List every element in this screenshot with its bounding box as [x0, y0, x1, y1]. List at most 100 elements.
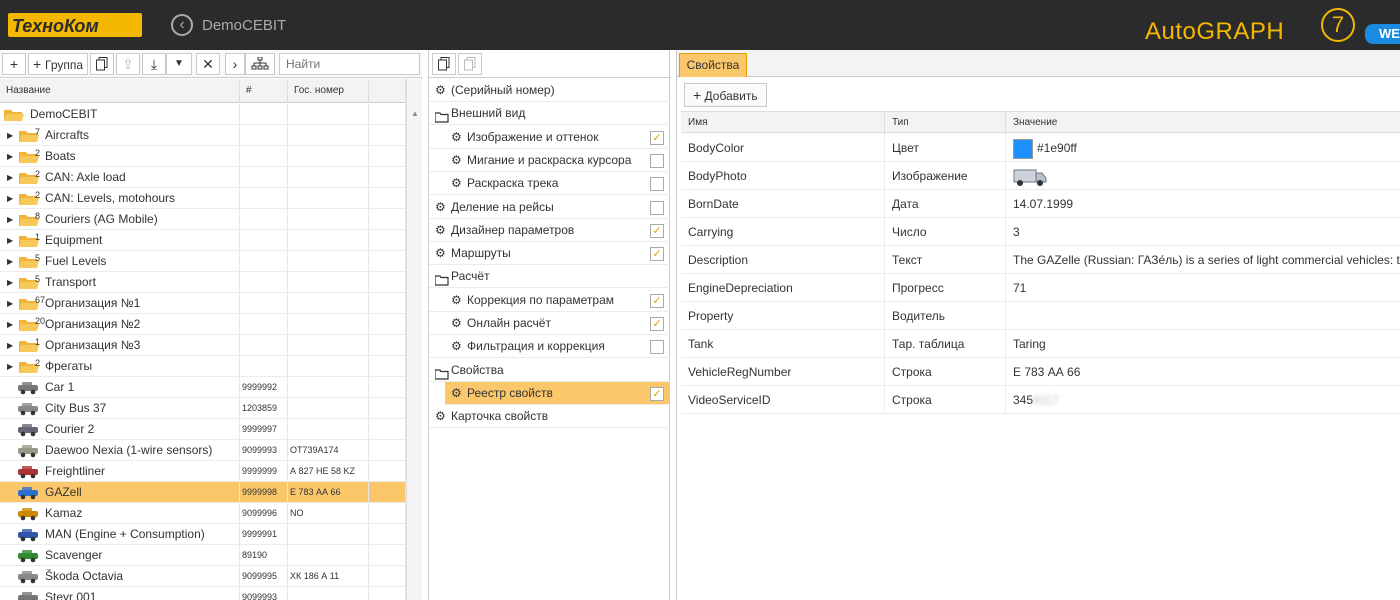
vehicle-row[interactable]: GAZell 9999998 Е 783 АА 66 [0, 482, 406, 503]
module-checkbox[interactable]: ✓ [650, 130, 664, 145]
module-item[interactable]: ⚙ (Серийный номер) [429, 79, 670, 102]
module-item[interactable]: Внешний вид [429, 102, 670, 126]
hierarchy-button[interactable] [245, 53, 275, 75]
expand-arrow-icon[interactable]: ▶ [7, 146, 13, 167]
expand-arrow-icon[interactable]: ▶ [7, 314, 13, 335]
group-row[interactable]: ▶ 5 Fuel Levels [0, 251, 406, 272]
objects-scrollbar[interactable]: ▲ [406, 79, 422, 600]
upload-button[interactable]: ⇪ [116, 53, 140, 75]
module-checkbox[interactable]: ✓ [650, 247, 664, 262]
tab-properties[interactable]: Свойства [679, 53, 747, 77]
expand-arrow-icon[interactable]: ▶ [7, 209, 13, 230]
property-value-cell[interactable]: #1e90ff [1006, 134, 1400, 162]
group-row[interactable]: ▶ 7 Aircrafts [0, 125, 406, 146]
property-value-cell[interactable] [1006, 162, 1400, 190]
group-row[interactable]: ▶ 1 Организация №3 [0, 335, 406, 356]
module-item[interactable]: ⚙ Фильтрация и коррекция [429, 335, 670, 359]
property-row[interactable]: EngineDepreciation Прогресс 71 [681, 274, 1400, 302]
module-checkbox[interactable]: ✓ [650, 386, 664, 401]
vehicle-row[interactable]: Scavenger 89190 [0, 545, 406, 566]
back-button[interactable]: ‹ [171, 14, 193, 36]
col-prop-type[interactable]: Тип [885, 112, 1006, 134]
module-checkbox[interactable] [650, 153, 664, 168]
add-group-button[interactable]: + Группа [28, 53, 88, 75]
module-item[interactable]: ⚙ Раскраска трека [429, 172, 670, 196]
group-row[interactable]: ▶ 2 CAN: Levels, motohours [0, 188, 406, 209]
property-row[interactable]: Tank Тар. таблица Taring [681, 330, 1400, 358]
vehicle-row[interactable]: Daewoo Nexia (1-wire sensors) 9099993 OT73… [0, 440, 406, 461]
module-item[interactable]: ⚙ Карточка свойств [429, 405, 670, 429]
property-value-cell[interactable] [1006, 302, 1400, 330]
add-property-button[interactable]: + Добавить [684, 83, 767, 107]
module-item[interactable]: ⚙ Дизайнер параметров ✓ [429, 219, 670, 242]
group-row[interactable]: ▶ 1 Equipment [0, 230, 406, 251]
scroll-up-icon[interactable]: ▲ [411, 109, 419, 118]
vehicle-row[interactable]: City Bus 37 1203859 [0, 398, 406, 419]
vehicle-row[interactable]: Steyr 001 9099993 [0, 587, 406, 600]
module-checkbox[interactable]: ✓ [650, 223, 664, 238]
expand-arrow-icon[interactable]: ▶ [7, 272, 13, 293]
property-value-cell[interactable]: 3 [1006, 218, 1400, 246]
paste-settings-button[interactable] [458, 53, 482, 75]
vehicle-row[interactable]: Courier 2 9999997 [0, 419, 406, 440]
module-checkbox[interactable]: ✓ [650, 317, 664, 331]
module-item[interactable]: ⚙ Коррекция по параметрам ✓ [429, 289, 670, 312]
module-item[interactable]: ⚙ Реестр свойств ✓ [445, 381, 670, 405]
group-row[interactable]: ▶ 2 Фрегаты [0, 356, 406, 377]
property-value-cell[interactable]: The GAZelle (Russian: ГАЗе́ль) is a seri… [1006, 246, 1400, 274]
expand-arrow-icon[interactable]: ▶ [7, 356, 13, 377]
module-item[interactable]: ⚙ Мигание и раскраска курсора [429, 149, 670, 172]
group-row[interactable]: ▶ 8 Couriers (AG Mobile) [0, 209, 406, 230]
copy-button[interactable] [90, 53, 114, 75]
col-prop-value[interactable]: Значение [1006, 112, 1400, 134]
add-button[interactable]: + [2, 53, 26, 75]
module-checkbox[interactable] [650, 177, 664, 192]
module-checkbox[interactable] [650, 200, 664, 215]
property-value-cell[interactable]: 71 [1006, 274, 1400, 302]
expand-arrow-icon[interactable]: ▶ [7, 251, 13, 272]
dropdown-button[interactable]: ▼ [166, 53, 192, 75]
group-row[interactable]: ▶ 5 Transport [0, 272, 406, 293]
module-item[interactable]: Расчёт [429, 265, 670, 289]
property-value-cell[interactable]: 14.07.1999 [1006, 190, 1400, 218]
property-value-cell[interactable]: Taring [1006, 330, 1400, 358]
col-prop-name[interactable]: Имя [681, 112, 885, 134]
module-item[interactable]: ⚙ Изображение и оттенок ✓ [429, 126, 670, 149]
tree-root-row[interactable]: DemoCEBIT [0, 104, 406, 125]
property-row[interactable]: Property Водитель [681, 302, 1400, 330]
group-row[interactable]: ▶ 67 Организация №1 [0, 293, 406, 314]
search-input[interactable] [279, 53, 420, 75]
property-row[interactable]: Description Текст The GAZelle (Russian: ГА… [681, 246, 1400, 274]
module-checkbox[interactable]: ✓ [650, 293, 664, 308]
expand-arrow-icon[interactable]: ▶ [7, 125, 13, 146]
group-row[interactable]: ▶ 2 CAN: Axle load [0, 167, 406, 188]
property-value-cell[interactable]: Е 783 АА 66 [1006, 358, 1400, 386]
col-number[interactable]: # [240, 79, 288, 103]
module-item[interactable]: ⚙ Маршруты ✓ [429, 242, 670, 266]
group-row[interactable]: ▶ 2 Boats [0, 146, 406, 167]
group-row[interactable]: ▶ 20 Организация №2 [0, 314, 406, 335]
property-row[interactable]: Carrying Число 3 [681, 218, 1400, 246]
vehicle-row[interactable]: Kamaz 9099996 NO [0, 503, 406, 524]
delete-button[interactable]: ✕ [196, 53, 220, 75]
copy-settings-button[interactable] [432, 53, 456, 75]
move-button[interactable]: › [225, 53, 245, 75]
import-button[interactable]: ⤓ [142, 53, 166, 75]
expand-arrow-icon[interactable]: ▶ [7, 167, 13, 188]
expand-arrow-icon[interactable]: ▶ [7, 335, 13, 356]
module-checkbox[interactable] [650, 340, 664, 355]
property-row[interactable]: VehicleRegNumber Строка Е 783 АА 66 [681, 358, 1400, 386]
vehicle-row[interactable]: Car 1 9999992 [0, 377, 406, 398]
property-row[interactable]: VideoServiceID Строка 3456117 [681, 386, 1400, 414]
module-item[interactable]: Свойства [429, 359, 670, 382]
vehicle-row[interactable]: Freightliner 9999999 А 827 НЕ 58 KZ [0, 461, 406, 482]
property-value-cell[interactable]: 3456117 [1006, 386, 1400, 414]
property-row[interactable]: BornDate Дата 14.07.1999 [681, 190, 1400, 218]
col-plate[interactable]: Гос. номер [288, 79, 369, 103]
expand-arrow-icon[interactable]: ▶ [7, 293, 13, 314]
col-name[interactable]: Название [0, 79, 240, 103]
module-item[interactable]: ⚙ Онлайн расчёт ✓ [429, 312, 670, 335]
property-row[interactable]: BodyColor Цвет #1e90ff [681, 134, 1400, 162]
property-row[interactable]: BodyPhoto Изображение [681, 162, 1400, 190]
expand-arrow-icon[interactable]: ▶ [7, 188, 13, 209]
